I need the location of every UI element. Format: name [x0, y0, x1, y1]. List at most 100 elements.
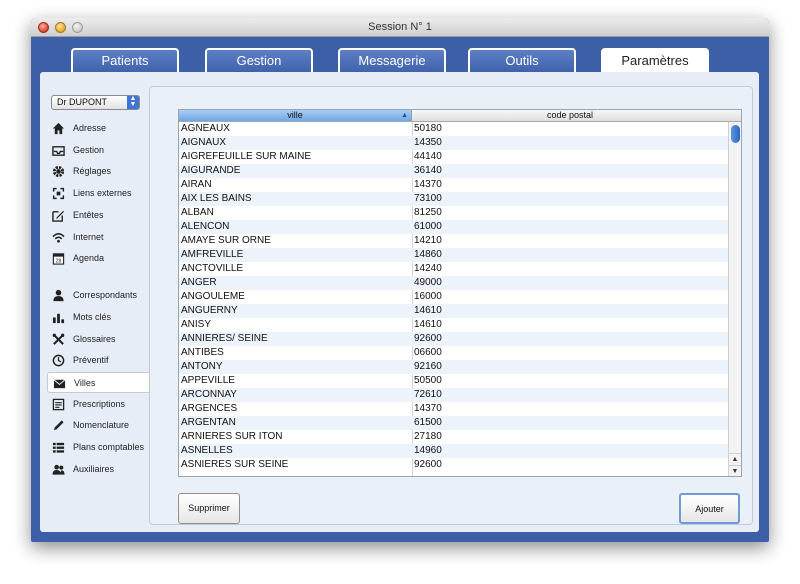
table-row[interactable]: ARCONNAY 72610: [179, 388, 728, 402]
scroll-up-arrow-icon[interactable]: ▲: [729, 453, 741, 464]
tab-patients[interactable]: Patients: [71, 48, 179, 73]
sidebar-item-reglages[interactable]: Réglages: [40, 161, 148, 182]
table-row[interactable]: AGNEAUX 50180: [179, 122, 728, 136]
sidebar-item-nomenclature[interactable]: Nomenclature: [40, 415, 148, 436]
sidebar-item-liens-externes[interactable]: Liens externes: [40, 183, 148, 204]
sidebar-item-label: Correspondants: [73, 290, 138, 300]
cell-ville: ALENCON: [181, 221, 230, 232]
tab-gestion[interactable]: Gestion: [205, 48, 313, 73]
table-row[interactable]: ANTIBES 06600: [179, 346, 728, 360]
vertical-scrollbar[interactable]: ▲ ▼: [728, 122, 741, 476]
scrollbar-thumb[interactable]: [731, 125, 740, 143]
table-row[interactable]: AIGURANDE 36140: [179, 164, 728, 178]
table-row[interactable]: ANGUERNY 14610: [179, 304, 728, 318]
table-row[interactable]: AIRAN 14370: [179, 178, 728, 192]
pen-icon: [53, 420, 64, 431]
sidebar-item-agenda[interactable]: 28 Agenda: [40, 248, 148, 269]
table-row[interactable]: ASNIERES SUR SEINE 92600: [179, 458, 728, 472]
cell-ville: ARGENCES: [181, 403, 238, 414]
sidebar-item-label: Plans comptables: [73, 442, 145, 452]
inbox-icon: [52, 146, 65, 156]
gear-icon: [52, 165, 65, 178]
clock-icon: [52, 354, 65, 367]
cell-ville: AMAYE SUR ORNE: [181, 235, 271, 246]
sidebar-item-label: Adresse: [73, 123, 107, 133]
wifi-icon: [52, 233, 65, 243]
cell-ville: AIRAN: [181, 179, 212, 190]
cell-ville: ANGUERNY: [181, 305, 238, 316]
table-row[interactable]: APPEVILLE 50500: [179, 374, 728, 388]
table-row[interactable]: ANGER 49000: [179, 276, 728, 290]
column-header-code-postal[interactable]: code postal: [412, 110, 728, 121]
cell-ville: AIGREFEUILLE SUR MAINE: [181, 151, 312, 162]
tab-parametres[interactable]: Paramètres: [601, 48, 709, 75]
parametres-panel: Dr DUPONT ▲ ▼ Adresse Gestion Réglages Li…: [40, 72, 759, 532]
list-icon: [52, 442, 65, 453]
cell-code-postal: 81250: [414, 207, 442, 218]
cell-code-postal: 36140: [414, 165, 442, 176]
sidebar-item-internet[interactable]: Internet: [40, 227, 148, 248]
scroll-down-arrow-icon[interactable]: ▼: [729, 465, 741, 476]
cell-code-postal: 73100: [414, 193, 442, 204]
sidebar-item-prescriptions[interactable]: Prescriptions: [40, 394, 148, 415]
cell-code-postal: 14610: [414, 305, 442, 316]
cell-ville: ANCTOVILLE: [181, 263, 244, 274]
cell-ville: ASNELLES: [181, 445, 233, 456]
table-row[interactable]: AMFREVILLE 14860: [179, 248, 728, 262]
cell-ville: ANGER: [181, 277, 217, 288]
cell-ville: ANNIERES/ SEINE: [181, 333, 268, 344]
table-row[interactable]: ARGENCES 14370: [179, 402, 728, 416]
table-row[interactable]: ARGENTAN 61500: [179, 416, 728, 430]
sidebar-item-plans-comptables[interactable]: Plans comptables: [40, 437, 148, 458]
cell-code-postal: 14960: [414, 445, 442, 456]
supprimer-button[interactable]: Supprimer: [178, 493, 240, 524]
doctor-select[interactable]: Dr DUPONT ▲ ▼: [51, 95, 140, 110]
doctor-select-value: Dr DUPONT: [57, 97, 107, 107]
cell-code-postal: 44140: [414, 151, 442, 162]
column-header-ville[interactable]: ville ▲: [179, 110, 412, 121]
table-row[interactable]: ANNIERES/ SEINE 92600: [179, 332, 728, 346]
prescription-icon: [52, 398, 65, 411]
table-row[interactable]: ALBAN 81250: [179, 206, 728, 220]
sidebar-item-auxiliaires[interactable]: Auxiliaires: [40, 459, 148, 480]
sidebar-item-adresse[interactable]: Adresse: [40, 118, 148, 139]
sidebar-item-correspondants[interactable]: Correspondants: [40, 285, 148, 306]
table-row[interactable]: AIGNAUX 14350: [179, 136, 728, 150]
group-icon: [52, 464, 65, 475]
cell-code-postal: 14210: [414, 235, 442, 246]
table-row[interactable]: AIGREFEUILLE SUR MAINE 44140: [179, 150, 728, 164]
table-row[interactable]: ARNIERES SUR ITON 27180: [179, 430, 728, 444]
cell-ville: AMFREVILLE: [181, 249, 244, 260]
sidebar-item-label: Agenda: [73, 253, 105, 263]
tab-messagerie[interactable]: Messagerie: [338, 48, 446, 73]
cell-ville: ARNIERES SUR ITON: [181, 431, 283, 442]
sidebar-item-label: Villes: [74, 378, 96, 388]
envelope-icon: [53, 379, 66, 389]
sidebar-item-glossaires[interactable]: Glossaires: [40, 329, 148, 350]
table-row[interactable]: ASNELLES 14960: [179, 444, 728, 458]
sidebar-item-mots-cles[interactable]: Mots clés: [40, 307, 148, 328]
table-row[interactable]: ANISY 14610: [179, 318, 728, 332]
sidebar-item-entetes[interactable]: Entêtes: [40, 205, 148, 226]
svg-text:28: 28: [56, 259, 62, 265]
sidebar-item-villes[interactable]: Villes: [47, 372, 150, 393]
external-links-icon: [52, 187, 65, 200]
cell-code-postal: 14860: [414, 249, 442, 260]
table-row[interactable]: ANTONY 92160: [179, 360, 728, 374]
sidebar-item-gestion[interactable]: Gestion: [40, 140, 148, 161]
cell-ville: ALBAN: [181, 207, 214, 218]
cell-code-postal: 92600: [414, 333, 442, 344]
cell-ville: AGNEAUX: [181, 123, 230, 134]
table-row[interactable]: ALENCON 61000: [179, 220, 728, 234]
table-row[interactable]: AIX LES BAINS 73100: [179, 192, 728, 206]
table-row[interactable]: ANCTOVILLE 14240: [179, 262, 728, 276]
select-arrows-icon: ▲ ▼: [127, 95, 139, 109]
ajouter-button[interactable]: Ajouter: [679, 493, 740, 524]
table-row[interactable]: AMAYE SUR ORNE 14210: [179, 234, 728, 248]
title-bar[interactable]: Session N° 1: [31, 18, 769, 37]
tab-outils[interactable]: Outils: [468, 48, 576, 73]
sidebar-item-preventif[interactable]: Préventif: [40, 350, 148, 371]
sidebar-item-label: Internet: [73, 232, 104, 242]
tools-icon: [52, 333, 65, 345]
table-row[interactable]: ANGOULEME 16000: [179, 290, 728, 304]
